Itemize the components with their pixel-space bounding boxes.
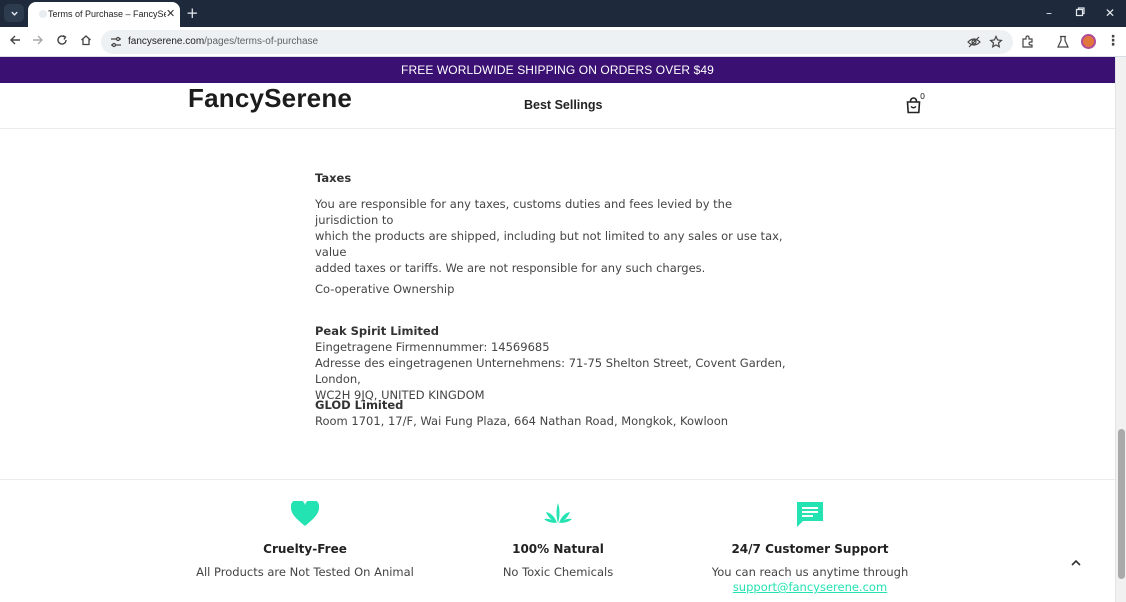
site-header: FancySerene Best Sellings 0: [0, 83, 1115, 129]
taxes-line: added taxes or tariffs. We are not respo…: [315, 261, 706, 275]
heart-icon: [291, 501, 319, 526]
site-logo[interactable]: FancySerene: [188, 83, 352, 114]
taxes-line: which the products are shipped, includin…: [315, 229, 783, 259]
browser-tab-active[interactable]: Terms of Purchase – FancySerene ✕: [28, 2, 180, 27]
chevron-down-icon: [10, 11, 18, 16]
close-window-icon[interactable]: ✕: [1105, 5, 1115, 21]
feature-title: 24/7 Customer Support: [731, 542, 889, 556]
site-info-icon[interactable]: [110, 36, 122, 48]
tab-close-icon[interactable]: ✕: [166, 8, 175, 20]
browser-toolbar: fancyserene.com/pages/terms-of-purchase …: [0, 27, 1126, 57]
company-address: Room 1701, 17/F, Wai Fung Plaza, 664 Nat…: [315, 414, 729, 428]
coop-heading: Co-operative Ownership: [315, 282, 455, 296]
labs-flask-icon[interactable]: [1056, 35, 1070, 49]
page-scrollbar[interactable]: [1115, 57, 1126, 602]
browser-tab-bar: Terms of Purchase – FancySerene ✕ + – ✕: [0, 0, 1126, 27]
restore-icon[interactable]: [1075, 5, 1085, 21]
profile-avatar[interactable]: [1081, 34, 1096, 49]
url-text: fancyserene.com/pages/terms-of-purchase: [128, 36, 319, 47]
reload-icon[interactable]: [54, 34, 70, 50]
tab-title: Terms of Purchase – FancySerene: [48, 9, 166, 19]
new-tab-button[interactable]: +: [186, 5, 199, 21]
home-icon[interactable]: [78, 34, 94, 50]
company-address: Adresse des eingetragenen Unternehmens: …: [315, 356, 786, 386]
company-name: GLOD Limited: [315, 398, 404, 412]
support-email-link[interactable]: support@fancyserene.com: [660, 580, 960, 594]
forward-arrow-icon[interactable]: [30, 34, 46, 50]
feature-description: You can reach us anytime through: [711, 565, 909, 579]
extensions-puzzle-icon[interactable]: [1021, 35, 1035, 49]
company-details: Eingetragene Firmennummer: 14569685 Adre…: [315, 339, 795, 403]
address-bar[interactable]: fancyserene.com/pages/terms-of-purchase: [101, 30, 1013, 54]
taxes-paragraph: You are responsible for any taxes, custo…: [315, 196, 795, 276]
bookmark-star-icon[interactable]: [989, 35, 1003, 49]
cart-count-badge: 0: [920, 92, 926, 101]
taxes-line: You are responsible for any taxes, custo…: [315, 197, 733, 227]
company-name: Peak Spirit Limited: [315, 324, 439, 338]
company-registration: Eingetragene Firmennummer: 14569685: [315, 340, 550, 354]
nav-best-sellings[interactable]: Best Sellings: [524, 98, 603, 112]
leaf-icon: [544, 503, 572, 523]
scrollbar-thumb[interactable]: [1118, 429, 1125, 579]
tab-search-button[interactable]: [4, 4, 24, 22]
eye-off-icon[interactable]: [967, 35, 981, 49]
more-menu-icon[interactable]: ⋮: [1106, 33, 1120, 49]
chevron-up-icon[interactable]: [1069, 556, 1083, 570]
back-arrow-icon[interactable]: [7, 34, 23, 50]
chat-icon: [797, 502, 823, 527]
promo-banner: FREE WORLDWIDE SHIPPING ON ORDERS OVER $…: [0, 57, 1115, 83]
minimize-icon[interactable]: –: [1046, 5, 1052, 21]
taxes-heading: Taxes: [315, 171, 352, 185]
features-footer: Cruelty-Free All Products are Not Tested…: [0, 479, 1115, 602]
